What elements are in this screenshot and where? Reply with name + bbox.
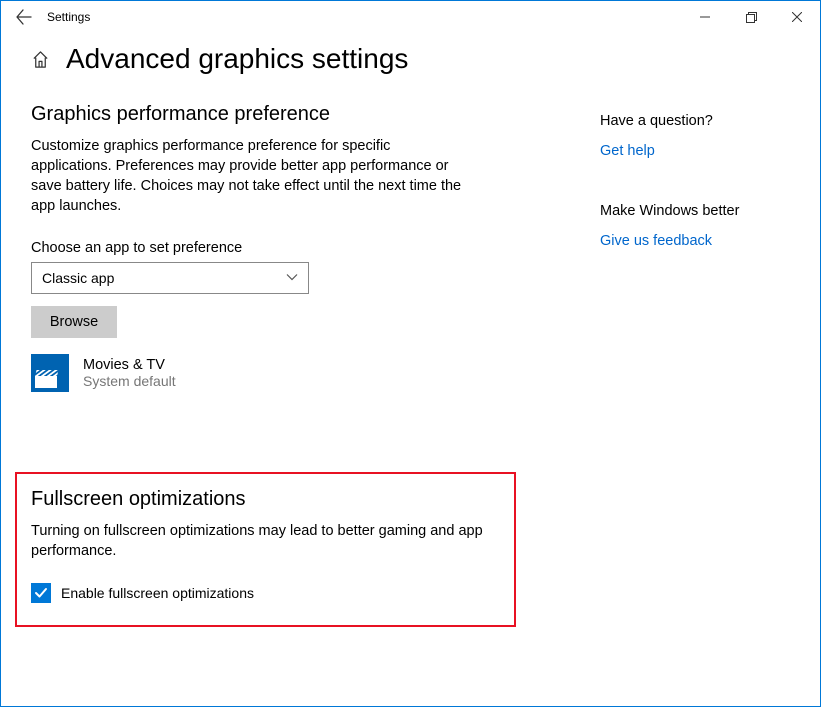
feedback-title: Make Windows better — [600, 203, 790, 219]
pref-section-title: Graphics performance preference — [31, 103, 591, 126]
window-controls — [682, 1, 820, 33]
dropdown-value: Classic app — [42, 270, 114, 286]
app-subtitle: System default — [83, 373, 176, 389]
page-title: Advanced graphics settings — [66, 43, 408, 75]
help-title: Have a question? — [600, 113, 790, 129]
app-list-item[interactable]: Movies & TV System default — [31, 354, 591, 392]
get-help-link[interactable]: Get help — [600, 143, 790, 159]
window-title: Settings — [47, 10, 90, 24]
sidebar: Have a question? Get help Make Windows b… — [600, 43, 790, 627]
minimize-button[interactable] — [682, 1, 728, 33]
fullscreen-section-title: Fullscreen optimizations — [31, 488, 500, 511]
fullscreen-opt-highlight: Fullscreen optimizations Turning on full… — [15, 472, 516, 627]
close-button[interactable] — [774, 1, 820, 33]
close-icon — [792, 12, 802, 22]
main-content: Advanced graphics settings Graphics perf… — [31, 43, 591, 627]
back-button[interactable] — [9, 9, 39, 25]
feedback-link[interactable]: Give us feedback — [600, 233, 790, 249]
maximize-icon — [746, 12, 757, 23]
movies-tv-icon — [31, 354, 69, 392]
browse-button[interactable]: Browse — [31, 306, 117, 338]
checkbox-checked-icon — [31, 583, 51, 603]
home-button[interactable] — [31, 50, 50, 69]
pref-description: Customize graphics performance preferenc… — [31, 136, 471, 216]
home-icon — [31, 50, 50, 69]
maximize-button[interactable] — [728, 1, 774, 33]
fullscreen-description: Turning on fullscreen optimizations may … — [31, 521, 491, 561]
app-type-dropdown[interactable]: Classic app — [31, 262, 309, 294]
fullscreen-checkbox-row[interactable]: Enable fullscreen optimizations — [31, 583, 500, 603]
fullscreen-checkbox-label: Enable fullscreen optimizations — [61, 585, 254, 601]
app-name: Movies & TV — [83, 357, 176, 373]
minimize-icon — [700, 12, 710, 22]
chevron-down-icon — [286, 270, 298, 286]
titlebar: Settings — [1, 1, 820, 33]
back-arrow-icon — [16, 9, 32, 25]
choose-app-label: Choose an app to set preference — [31, 240, 591, 256]
